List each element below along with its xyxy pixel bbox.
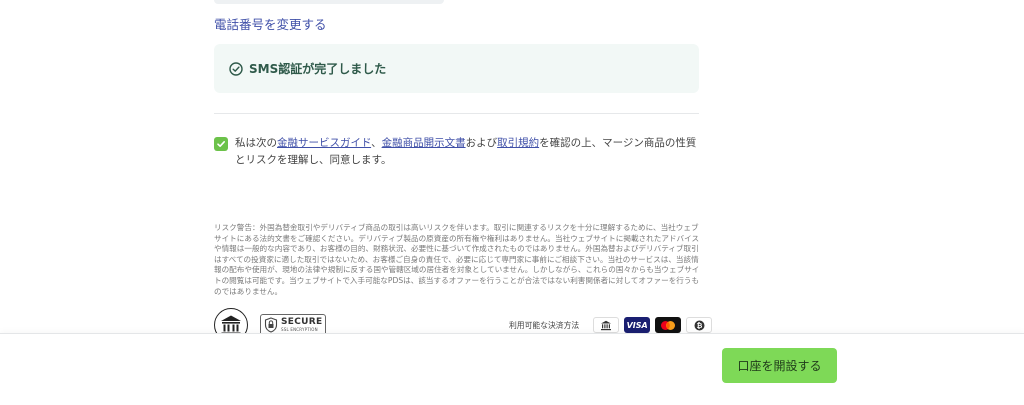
consent-separator: 、 bbox=[371, 137, 382, 149]
checkmark-icon bbox=[217, 141, 225, 147]
svg-text:₿: ₿ bbox=[696, 322, 702, 330]
sms-verified-banner: SMS認証が完了しました bbox=[214, 44, 699, 93]
ssl-encryption-label: SSL ENCRYPTION bbox=[281, 327, 318, 332]
consent-and: および bbox=[465, 137, 498, 149]
footer-action-bar: 口座を開設する bbox=[0, 333, 1024, 405]
open-account-button[interactable]: 口座を開設する bbox=[722, 348, 837, 383]
registration-page: 電話番号を変更する SMS認証が完了しました 私は次の金融サービスガイド、金融商… bbox=[0, 0, 1024, 405]
consent-text: 私は次の金融サービスガイド、金融商品開示文書および取引規約を確認の上、マージン商… bbox=[235, 135, 699, 169]
consent-checkbox[interactable] bbox=[214, 137, 228, 151]
trading-terms-link[interactable]: 取引規約 bbox=[497, 137, 539, 149]
change-phone-link[interactable]: 電話番号を変更する bbox=[214, 14, 327, 33]
disclosure-document-link[interactable]: 金融商品開示文書 bbox=[382, 137, 466, 149]
bank-icon bbox=[593, 317, 620, 333]
consent-row: 私は次の金融サービスガイド、金融商品開示文書および取引規約を確認の上、マージン商… bbox=[214, 135, 699, 169]
consent-prefix: 私は次の bbox=[235, 137, 277, 149]
visa-icon: VISA bbox=[624, 317, 651, 333]
phone-field-edge bbox=[214, 0, 444, 4]
secure-label: SECURE bbox=[281, 317, 323, 327]
lock-shield-icon bbox=[264, 317, 278, 333]
bitcoin-icon: ₿ bbox=[686, 317, 713, 333]
check-circle-icon bbox=[229, 61, 243, 76]
sms-verified-text: SMS認証が完了しました bbox=[249, 62, 387, 76]
section-divider bbox=[214, 113, 699, 114]
payment-methods-label: 利用可能な決済方法 bbox=[509, 320, 580, 330]
payment-methods: 利用可能な決済方法 VISA ₿ bbox=[509, 317, 713, 333]
financial-services-guide-link[interactable]: 金融サービスガイド bbox=[277, 137, 371, 149]
mastercard-icon bbox=[655, 317, 682, 333]
risk-warning-text: リスク警告：外国為替金取引やデリバティブ商品の取引は高いリスクを伴います。取引に… bbox=[214, 223, 700, 296]
